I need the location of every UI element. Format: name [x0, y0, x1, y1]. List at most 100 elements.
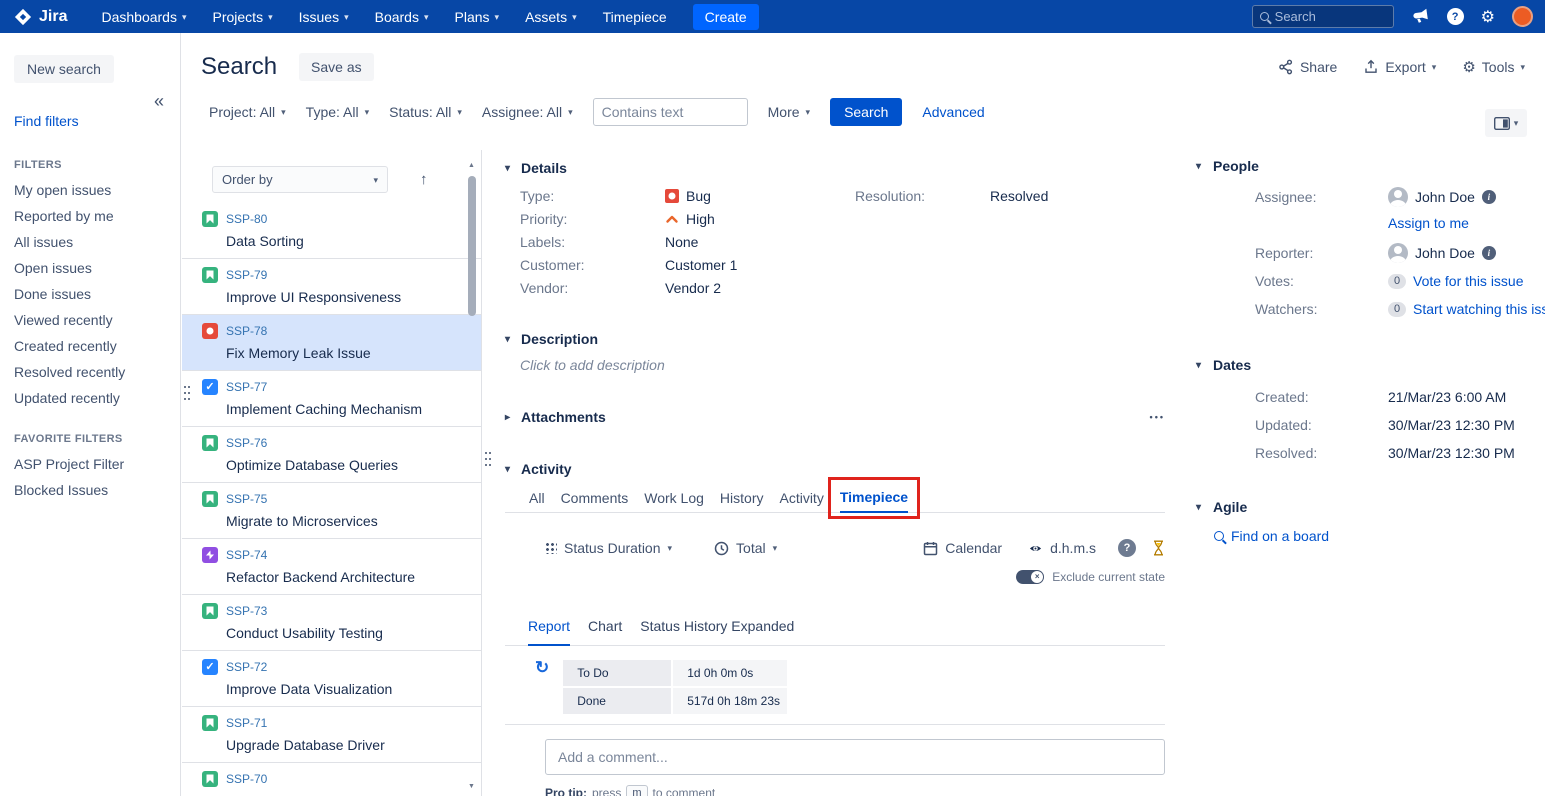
settings-gear-icon[interactable]: ⚙: [1481, 7, 1495, 27]
sidebar-item-viewed-recently[interactable]: Viewed recently: [0, 307, 180, 333]
chevron-down-icon[interactable]: ▾: [1196, 161, 1206, 172]
user-avatar[interactable]: [1512, 6, 1533, 27]
info-icon[interactable]: i: [1482, 190, 1496, 204]
tab-status-history-expanded[interactable]: Status History Expanded: [640, 618, 794, 645]
issue-card-ssp-78-selected[interactable]: SSP-78 Fix Memory Leak Issue: [182, 314, 481, 370]
more-filter-dropdown[interactable]: More▾: [768, 104, 810, 120]
nav-assets[interactable]: Assets▾: [525, 9, 577, 25]
help-icon[interactable]: ?: [1447, 8, 1464, 25]
nav-boards[interactable]: Boards▾: [375, 9, 429, 25]
dhms-format-toggle[interactable]: d.h.m.s: [1028, 540, 1096, 556]
chevron-down-icon[interactable]: ▾: [1196, 360, 1206, 371]
issue-cards: SSP-80 Data Sorting SSP-79 Improve UI Re…: [182, 203, 481, 796]
issue-card-ssp-72[interactable]: SSP-72 Improve Data Visualization: [182, 650, 481, 706]
issue-card-ssp-77[interactable]: SSP-77 Implement Caching Mechanism: [182, 370, 481, 426]
new-search-button[interactable]: New search: [14, 55, 114, 83]
global-search-input[interactable]: [1275, 9, 1386, 24]
jira-logo[interactable]: Jira: [14, 8, 67, 26]
share-button[interactable]: Share: [1278, 59, 1337, 75]
scroll-down-icon[interactable]: ▼: [468, 783, 475, 790]
sidebar-item-updated-recently[interactable]: Updated recently: [0, 385, 180, 411]
total-label: Total: [736, 540, 766, 556]
sort-direction-icon[interactable]: ↑: [420, 171, 428, 188]
issue-card-ssp-75[interactable]: SSP-75 Migrate to Microservices: [182, 482, 481, 538]
issue-card-ssp-73[interactable]: SSP-73 Conduct Usability Testing: [182, 594, 481, 650]
tab-comments[interactable]: Comments: [561, 490, 629, 512]
nav-timepiece[interactable]: Timepiece: [603, 9, 667, 25]
total-dropdown[interactable]: Total ▾: [714, 540, 777, 556]
assignee-filter-dropdown[interactable]: Assignee: All▾: [482, 104, 573, 120]
vote-for-issue-link[interactable]: Vote for this issue: [1413, 273, 1524, 289]
nav-dashboards[interactable]: Dashboards▾: [101, 9, 186, 25]
issue-card-ssp-76[interactable]: SSP-76 Optimize Database Queries: [182, 426, 481, 482]
issue-card-ssp-80[interactable]: SSP-80 Data Sorting: [182, 203, 481, 258]
sidebar-item-blocked-issues[interactable]: Blocked Issues: [0, 477, 180, 503]
find-filters-link[interactable]: Find filters: [14, 113, 180, 129]
contains-text-input[interactable]: [593, 98, 748, 126]
collapse-sidebar-icon[interactable]: «: [154, 91, 164, 112]
nav-issues[interactable]: Issues▾: [299, 9, 349, 25]
tab-all[interactable]: All: [529, 490, 545, 512]
find-on-board-link[interactable]: Find on a board: [1214, 528, 1545, 544]
tab-work-log[interactable]: Work Log: [644, 490, 704, 512]
description-placeholder[interactable]: Click to add description: [520, 357, 1190, 373]
nav-projects[interactable]: Projects▾: [213, 9, 273, 25]
scrollbar-thumb[interactable]: [468, 176, 476, 316]
sidebar-item-done-issues[interactable]: Done issues: [0, 281, 180, 307]
calendar-button[interactable]: Calendar: [923, 540, 1002, 556]
tab-chart[interactable]: Chart: [588, 618, 622, 645]
announcement-icon[interactable]: [1411, 8, 1430, 25]
tab-report[interactable]: Report: [528, 618, 570, 646]
global-search: [1252, 5, 1394, 28]
type-filter-dropdown[interactable]: Type: All▾: [306, 104, 369, 120]
info-icon[interactable]: i: [1482, 246, 1496, 260]
order-by-select[interactable]: Order by ▾: [212, 166, 388, 193]
panel-resize-handle[interactable]: [183, 384, 191, 402]
issue-detail-panel: ▾ Details Type: Bug Priority:: [483, 150, 1190, 796]
timepiece-help-button[interactable]: ?: [1118, 539, 1136, 557]
tab-activity[interactable]: Activity: [779, 490, 823, 512]
project-filter-dropdown[interactable]: Project: All▾: [209, 104, 286, 120]
panel-resize-handle[interactable]: [484, 450, 492, 468]
status-duration-dropdown[interactable]: Status Duration ▾: [545, 540, 672, 556]
issue-card-ssp-70[interactable]: SSP-70: [182, 762, 481, 796]
scroll-up-icon[interactable]: ▲: [468, 162, 475, 169]
issue-key: SSP-73: [226, 604, 267, 618]
sidebar-item-open-issues[interactable]: Open issues: [0, 255, 180, 281]
comment-input[interactable]: [558, 749, 1152, 765]
exclude-current-state-toggle[interactable]: ×: [1016, 570, 1044, 584]
issue-card-ssp-74[interactable]: SSP-74 Refactor Backend Architecture: [182, 538, 481, 594]
issue-card-ssp-71[interactable]: SSP-71 Upgrade Database Driver: [182, 706, 481, 762]
sidebar-item-resolved-recently[interactable]: Resolved recently: [0, 359, 180, 385]
nav-plans[interactable]: Plans▾: [455, 9, 500, 25]
tab-timepiece[interactable]: Timepiece: [840, 489, 908, 513]
sidebar-item-created-recently[interactable]: Created recently: [0, 333, 180, 359]
chevron-down-icon[interactable]: ▾: [505, 163, 515, 174]
attachments-more-menu-icon[interactable]: •••: [1150, 412, 1165, 422]
issue-list-scrollbar[interactable]: ▲ ▼: [466, 162, 478, 790]
chevron-right-icon[interactable]: ▸: [505, 412, 515, 423]
search-button[interactable]: Search: [830, 98, 902, 126]
sidebar-item-reported-by-me[interactable]: Reported by me: [0, 203, 180, 229]
hourglass-button[interactable]: [1152, 540, 1165, 556]
customer-value: Customer 1: [665, 257, 737, 273]
chevron-down-icon[interactable]: ▾: [1196, 502, 1206, 513]
sidebar-item-my-open-issues[interactable]: My open issues: [0, 177, 180, 203]
chevron-down-icon[interactable]: ▾: [505, 334, 515, 345]
create-button[interactable]: Create: [693, 4, 759, 30]
tools-button[interactable]: ⚙ Tools ▾: [1462, 58, 1525, 76]
refresh-icon[interactable]: ↻: [535, 658, 549, 678]
tab-history[interactable]: History: [720, 490, 764, 512]
start-watching-link[interactable]: Start watching this issue: [1413, 301, 1545, 317]
layout-switcher-button[interactable]: ▾: [1485, 109, 1527, 137]
save-as-button[interactable]: Save as: [299, 53, 374, 81]
chevron-down-icon[interactable]: ▾: [505, 464, 515, 475]
assign-to-me-link[interactable]: Assign to me: [1388, 215, 1469, 231]
find-on-board-label[interactable]: Find on a board: [1231, 528, 1329, 544]
advanced-link[interactable]: Advanced: [922, 104, 984, 120]
issue-card-ssp-79[interactable]: SSP-79 Improve UI Responsiveness: [182, 258, 481, 314]
sidebar-item-all-issues[interactable]: All issues: [0, 229, 180, 255]
sidebar-item-asp-project-filter[interactable]: ASP Project Filter: [0, 451, 180, 477]
status-filter-dropdown[interactable]: Status: All▾: [389, 104, 462, 120]
export-button[interactable]: Export ▾: [1363, 59, 1436, 75]
